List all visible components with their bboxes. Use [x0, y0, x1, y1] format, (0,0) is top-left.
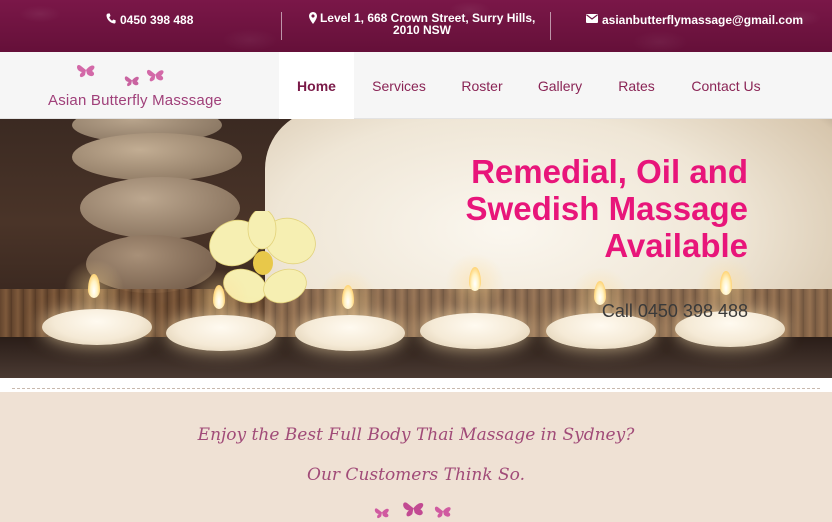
butterfly-icon — [77, 64, 164, 87]
candle — [42, 309, 152, 345]
candle-flame — [342, 285, 354, 309]
main-nav: Home Services Roster Gallery Rates Conta… — [279, 52, 779, 119]
map-marker-icon — [308, 12, 317, 24]
topbar-separator — [550, 12, 551, 40]
topbar-email[interactable]: asianbutterflymassage@gmail.com — [586, 13, 803, 27]
candle — [420, 313, 530, 349]
nav-rates[interactable]: Rates — [600, 52, 673, 119]
butterfly-icon — [374, 502, 451, 519]
candle — [166, 315, 276, 351]
tagline-line-2: Our Customers Think So. — [307, 465, 525, 485]
nav-gallery[interactable]: Gallery — [520, 52, 600, 119]
topbar-phone-text: 0450 398 488 — [120, 13, 194, 27]
candle-flame — [213, 285, 225, 309]
section-divider — [0, 378, 832, 392]
candle-flame — [88, 274, 100, 298]
hero-phone[interactable]: Call 0450 398 488 — [602, 301, 748, 322]
logo-text: Asian Butterfly Masssage — [48, 92, 223, 109]
topbar-separator — [281, 12, 282, 40]
nav-home[interactable]: Home — [279, 52, 354, 119]
envelope-icon — [586, 13, 598, 24]
hero-stone — [72, 133, 242, 181]
nav-roster[interactable]: Roster — [444, 52, 520, 119]
topbar-address: Level 1, 668 Crown Street, Surry Hills, … — [297, 12, 547, 36]
tagline-line-1: Enjoy the Best Full Body Thai Massage in… — [197, 425, 635, 445]
top-info-bar: 0450 398 488 Level 1, 668 Crown Street, … — [0, 0, 832, 52]
nav-services[interactable]: Services — [354, 52, 444, 119]
nav-contact-us[interactable]: Contact Us — [673, 52, 779, 119]
phone-icon — [106, 13, 116, 25]
dashed-line — [12, 388, 820, 389]
candle-flame — [469, 267, 481, 291]
topbar-address-text: Level 1, 668 Crown Street, Surry Hills, … — [319, 11, 536, 37]
tagline-section: Enjoy the Best Full Body Thai Massage in… — [0, 392, 832, 522]
site-logo[interactable]: Asian Butterfly Masssage — [46, 62, 236, 114]
hero-title: Remedial, Oil and Swedish Massage Availa… — [465, 153, 748, 264]
hero-banner: Remedial, Oil and Swedish Massage Availa… — [0, 119, 832, 378]
candle — [295, 315, 405, 351]
topbar-email-text: asianbutterflymassage@gmail.com — [602, 13, 804, 27]
candle-flame — [720, 271, 732, 295]
topbar-phone[interactable]: 0450 398 488 — [106, 13, 193, 27]
site-header: Asian Butterfly Masssage Home Services R… — [0, 52, 832, 119]
